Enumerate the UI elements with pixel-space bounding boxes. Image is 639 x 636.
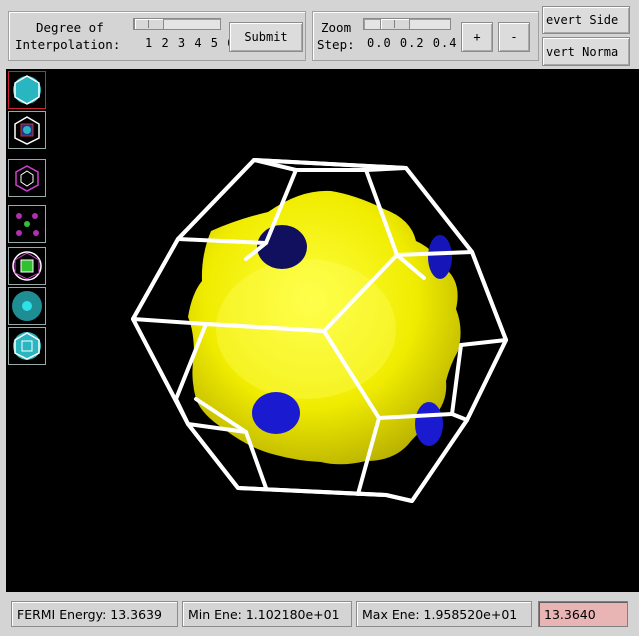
3d-viewport[interactable] — [6, 69, 639, 592]
pocket-bottom-left — [252, 392, 300, 434]
max-energy-field: Max Ene: 1.958520e+01 — [356, 601, 532, 627]
interpolation-slider-thumb[interactable] — [134, 18, 164, 30]
fermi-surface-box-icon — [14, 116, 40, 145]
toolbar: Degree of Interpolation: 1 2 3 4 5 6 Sub… — [0, 0, 639, 68]
interpolation-label-line1: Degree of — [36, 20, 104, 35]
zoom-label-line2: Step: — [317, 37, 355, 52]
fermi-surface-cyan-wire-icon — [13, 332, 41, 360]
zoom-ticks: 0.0 0.2 0.4 — [367, 36, 458, 50]
thumbnail-5[interactable] — [8, 247, 46, 285]
thumbnail-2[interactable] — [8, 111, 46, 149]
zoom-label-line1: Zoom — [321, 20, 352, 35]
zoom-slider[interactable] — [363, 18, 451, 30]
interpolation-slider[interactable] — [133, 18, 221, 30]
fermi-surface-cyan-icon — [13, 75, 41, 105]
pocket-bottom-right — [415, 402, 443, 446]
fermi-surface-render[interactable] — [6, 69, 639, 592]
zoom-slider-thumb[interactable] — [380, 18, 410, 30]
invert-side-button[interactable]: evert Side — [542, 6, 630, 34]
zoom-in-button[interactable]: + — [461, 22, 493, 52]
interpolation-label-line2: Interpolation: — [15, 37, 121, 52]
thumbnail-4[interactable] — [8, 205, 46, 243]
fermi-surface-sphere-icon — [12, 291, 42, 321]
min-energy-field: Min Ene: 1.102180e+01 — [182, 601, 352, 627]
zoom-out-button[interactable]: - — [498, 22, 530, 52]
thumbnail-6[interactable] — [8, 287, 46, 325]
invert-normal-button[interactable]: vert Norma — [542, 37, 630, 66]
pocket-top-left — [257, 225, 307, 269]
thumbnail-3[interactable] — [8, 159, 46, 197]
status-bar: FERMI Energy: 13.3639 Min Ene: 1.102180e… — [0, 592, 639, 636]
pocket-top-right — [428, 235, 452, 279]
fermi-surface-magenta-icon — [15, 165, 39, 192]
interpolation-group: Degree of Interpolation: 1 2 3 4 5 6 Sub… — [8, 11, 306, 61]
energy-input[interactable]: 13.3640 — [538, 601, 628, 627]
interpolation-ticks: 1 2 3 4 5 6 — [145, 36, 236, 50]
fermi-energy-field: FERMI Energy: 13.3639 — [11, 601, 178, 627]
fermi-surface-green-icon — [12, 251, 42, 281]
submit-button[interactable]: Submit — [229, 22, 303, 52]
zoom-group: Zoom Step: 0.0 0.2 0.4 + - — [312, 11, 539, 61]
fermi-surface-dots-icon — [16, 213, 39, 236]
thumbnail-1[interactable] — [8, 71, 46, 109]
thumbnail-7[interactable] — [8, 327, 46, 365]
